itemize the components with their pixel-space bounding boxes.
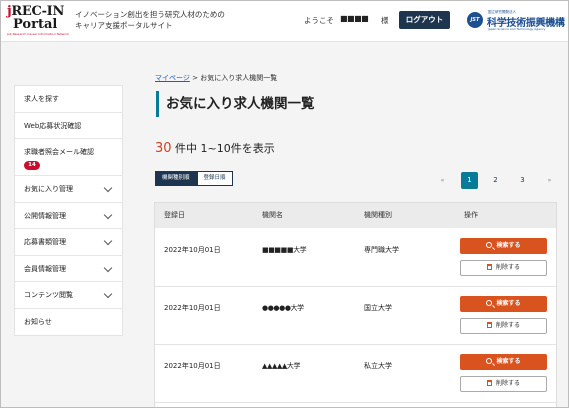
sidebar-item-label: Web応募状況確認 <box>24 121 82 130</box>
sidebar-item-label: 求人を探す <box>24 95 59 103</box>
sidebar-item-contents[interactable]: コンテンツ閲覧 <box>15 282 122 309</box>
user-name: ■■■■ <box>340 14 369 23</box>
col-header-name: 機関名 <box>262 211 283 219</box>
chevron-down-icon <box>103 289 113 299</box>
page-frame: jREC-IN Portal Job Research Career Infor… <box>0 0 569 408</box>
site-tagline: イノベーション創出を担う研究人材のための キャリア支援ポータルサイト <box>75 9 225 31</box>
col-header-type: 機関種別 <box>364 211 392 219</box>
delete-button-label: 削除する <box>495 380 520 387</box>
sidebar-item-job-search[interactable]: 求人を探す <box>15 86 122 113</box>
logo-line-3: Job Research Career Information Network <box>7 32 70 36</box>
delete-button[interactable]: 削除する <box>460 318 547 334</box>
breadcrumb: マイページ > お気に入り求人機関一覧 <box>155 73 277 83</box>
sidebar-item-label: 公開情報管理 <box>24 211 66 220</box>
sidebar-item-label: お知らせ <box>24 317 52 326</box>
chevron-down-icon <box>103 210 113 219</box>
logout-button[interactable]: ログアウト <box>399 11 450 29</box>
result-range-text: 件中 1~10件を表示 <box>171 142 275 155</box>
sidebar-item-label: 求職者照会メール確認 <box>24 148 94 156</box>
delete-button[interactable]: 削除する <box>460 260 547 276</box>
sidebar-item-member-info[interactable]: 会員情報管理 <box>15 256 122 282</box>
sidebar-item-label: 会員情報管理 <box>24 264 66 273</box>
search-button-label: 検索する <box>496 300 521 307</box>
sidebar-nav: 求人を探す Web応募状況確認 求職者照会メール確認 14 お気に入り管理 公開… <box>14 85 123 336</box>
row-date: 2022年10月01日 <box>164 246 221 254</box>
greeting-text: ようこそ <box>304 16 334 25</box>
site-header: jREC-IN Portal Job Research Career Infor… <box>1 1 568 42</box>
tagline-line-2: キャリア支援ポータルサイト <box>75 21 173 30</box>
breadcrumb-current: お気に入り求人機関一覧 <box>200 74 278 82</box>
sort-toggle: 機関種別順 登録日順 <box>155 171 233 186</box>
sidebar-item-favorites[interactable]: お気に入り管理 <box>15 176 122 203</box>
result-total: 30 <box>155 141 172 156</box>
trash-icon <box>486 322 492 328</box>
delete-button-label: 削除する <box>495 264 520 271</box>
sort-by-type-button[interactable]: 機関種別順 <box>155 171 197 186</box>
chevron-down-icon <box>103 263 113 272</box>
row-institution-name: ●●●●●大学 <box>262 304 304 312</box>
breadcrumb-mypage-link[interactable]: マイページ <box>155 74 190 82</box>
jrec-in-logo[interactable]: jREC-IN Portal Job Research Career Infor… <box>7 5 69 37</box>
row-institution-name: ▲▲▲▲▲大学 <box>262 362 301 370</box>
table-header: 登録日 機関名 機関種別 操作 <box>155 203 556 228</box>
sidebar-item-label: 応募書類管理 <box>24 238 66 246</box>
search-icon <box>486 358 493 364</box>
search-button[interactable]: 検索する <box>460 296 547 312</box>
prev-page-icon[interactable]: « <box>434 172 451 189</box>
page-1-button[interactable]: 1 <box>461 172 478 189</box>
table-row: 2022年10月01日 ■■■■■大学 専門職大学 検索する 削除する <box>155 229 556 287</box>
favorites-table: 登録日 機関名 機関種別 操作 2022年10月01日 ■■■■■大学 専門職大… <box>154 202 557 407</box>
sidebar-item-documents[interactable]: 応募書類管理 <box>15 229 122 256</box>
sort-by-date-button[interactable]: 登録日順 <box>196 171 233 186</box>
chevron-down-icon <box>103 183 113 193</box>
sidebar-item-web-application[interactable]: Web応募状況確認 <box>15 113 122 139</box>
logo-line-2: Portal <box>13 17 58 32</box>
table-row: 2022年10月01日 ▲▲▲▲▲大学 私立大学 検索する 削除する <box>155 345 556 403</box>
sidebar-item-public-info[interactable]: 公開情報管理 <box>15 203 122 229</box>
jst-sub-text: Japan Science and Technology Agency <box>488 27 546 31</box>
row-date: 2022年10月01日 <box>164 362 221 370</box>
search-icon <box>486 300 493 306</box>
unread-count-badge: 14 <box>24 161 40 170</box>
next-page-icon[interactable]: » <box>541 172 558 189</box>
search-icon <box>486 242 493 248</box>
row-institution-type: 私立大学 <box>364 362 392 370</box>
sidebar-item-label: コンテンツ閲覧 <box>24 291 73 299</box>
jst-logo[interactable]: JST 国立研究開発法人 科学技術振興機構 Japan Science and … <box>467 10 565 32</box>
search-button-label: 検索する <box>496 358 521 365</box>
sidebar-item-inquiry-mail[interactable]: 求職者照会メール確認 14 <box>15 139 122 176</box>
sidebar-item-label: お気に入り管理 <box>24 185 73 193</box>
delete-button-label: 削除する <box>495 322 520 329</box>
page-title: お気に入り求人機関一覧 <box>156 91 315 117</box>
trash-icon <box>486 264 492 270</box>
page-2-button[interactable]: 2 <box>487 172 504 189</box>
sidebar-item-news[interactable]: お知らせ <box>15 309 122 336</box>
col-header-date: 登録日 <box>164 211 185 219</box>
tagline-line-1: イノベーション創出を担う研究人材のための <box>75 10 225 19</box>
honorific: 様 <box>381 16 389 25</box>
search-button[interactable]: 検索する <box>460 354 547 370</box>
result-count: 30 件中 1~10件を表示 <box>155 140 275 156</box>
search-button[interactable]: 検索する <box>460 238 547 254</box>
chevron-down-icon <box>103 236 113 246</box>
jst-mark-icon: JST <box>467 12 483 28</box>
row-date: 2022年10月01日 <box>164 304 221 312</box>
col-header-actions: 操作 <box>464 211 478 219</box>
trash-icon <box>486 380 492 386</box>
row-institution-type: 国立大学 <box>364 304 392 312</box>
breadcrumb-separator: > <box>189 74 201 82</box>
delete-button[interactable]: 削除する <box>460 376 547 392</box>
table-row: 2022年10月01日 ●●●●●大学 国立大学 検索する 削除する <box>155 287 556 345</box>
row-institution-name: ■■■■■大学 <box>262 246 307 254</box>
page-3-button[interactable]: 3 <box>514 172 531 189</box>
row-institution-type: 専門職大学 <box>364 246 399 254</box>
search-button-label: 検索する <box>496 242 521 249</box>
